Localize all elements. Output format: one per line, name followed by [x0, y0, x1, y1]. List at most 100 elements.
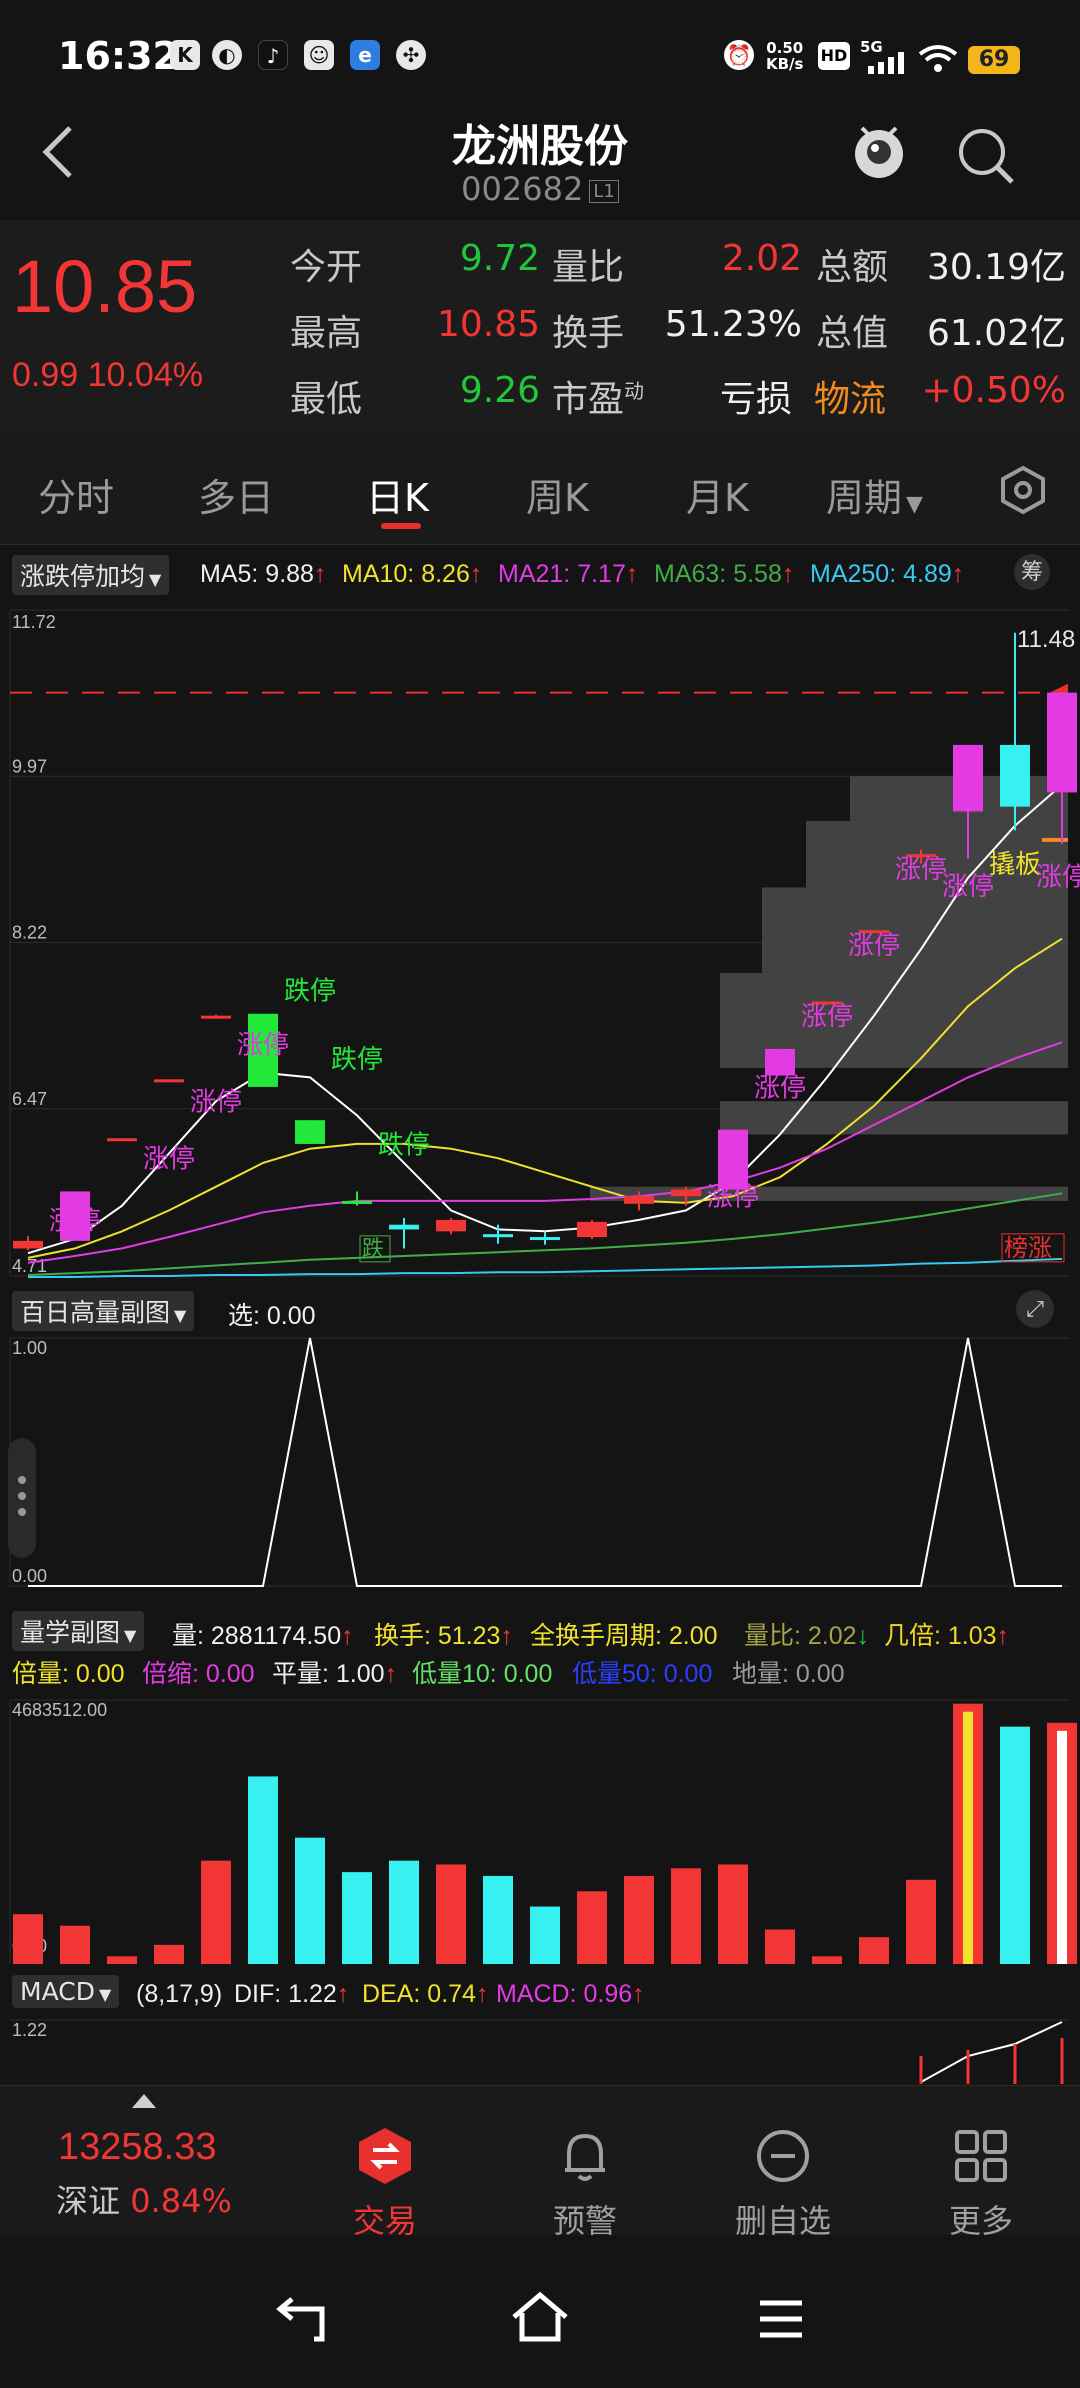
price-axis-label: 11.72 — [12, 612, 56, 632]
limit-label: 涨停 — [707, 1183, 759, 1213]
mascot-icon[interactable] — [848, 118, 910, 186]
sub1-axis-top: 1.00 — [12, 1338, 47, 1358]
candle-body — [953, 744, 983, 812]
candle-body — [1047, 692, 1077, 793]
limit-label: 跌停 — [284, 977, 336, 1007]
vol-axis-top: 4683512.00 — [12, 1700, 107, 1720]
side-drawer-handle[interactable] — [8, 1438, 36, 1558]
status-time: 16:32 — [58, 34, 179, 78]
volume-bar — [389, 1860, 419, 1964]
index-value[interactable]: 13258.33 — [58, 2126, 217, 2169]
index-info[interactable]: 深证 0.84% — [56, 2176, 232, 2222]
search-icon[interactable] — [956, 126, 1018, 188]
price-axis-label: 8.22 — [12, 923, 47, 943]
caret-up-icon[interactable] — [132, 2094, 156, 2108]
tab-multiday[interactable]: 多日 — [198, 467, 274, 522]
settings-icon[interactable] — [998, 465, 1048, 515]
volume-bar — [906, 1879, 936, 1964]
volume-chart[interactable]: 4683512.000.00 — [0, 1694, 1080, 1968]
alarm-icon: ⏰ — [724, 40, 754, 70]
period-tabs: 分时 多日 日K 周K 月K 周期 ▼ — [0, 435, 1080, 545]
stock-name: 龙洲股份 — [452, 121, 628, 172]
candle-body — [295, 1120, 325, 1144]
tab-daily-k[interactable]: 日K — [366, 467, 429, 522]
stock-code: 002682 L1 — [0, 170, 1080, 208]
app-face-icon: ☺ — [304, 40, 334, 70]
candle-body — [671, 1189, 701, 1197]
volume-bar — [295, 1837, 325, 1964]
macd-indicator-selector[interactable]: MACD ▼ — [12, 1975, 120, 2008]
system-navigation-bar — [0, 2235, 1080, 2388]
sub1-indicator-bar: 百日高量副图 ▼ 选: 0.00 ⤢ — [0, 1288, 1080, 1331]
ma5-value: MA5: 9.88↑ — [200, 560, 327, 588]
app-k-icon: K — [170, 40, 200, 70]
candle-body — [154, 1079, 184, 1083]
expand-icon[interactable]: ⤢ — [1016, 1290, 1054, 1328]
tab-weekly-k[interactable]: 周K — [526, 467, 589, 522]
sub2-di10: 低量10: 0.00 — [412, 1660, 553, 1688]
candle-body — [577, 1221, 607, 1238]
volume-bar — [436, 1864, 466, 1964]
volume-bar — [624, 1875, 654, 1964]
sub2-suo: 倍缩: 0.00 — [142, 1660, 255, 1688]
limit-label: 涨停 — [754, 1073, 806, 1103]
macd-axis-top: 1.22 — [12, 2020, 47, 2040]
sub2-turnover: 换手: 51.23↑ — [374, 1622, 513, 1650]
menu-icon[interactable] — [756, 2297, 806, 2341]
candle-body — [201, 1015, 231, 1019]
status-bar: 16:32 K ◐ ♪ ☺ e ✣ ⏰ 0.50 KB/s HD 5G 69 — [0, 0, 1080, 110]
limit-label: 撬板 — [989, 850, 1041, 880]
level-badge: L1 — [589, 179, 619, 203]
candle-body — [718, 1129, 748, 1190]
limit-label: 涨停 — [190, 1088, 242, 1118]
sector-link[interactable]: 物流 — [814, 370, 886, 422]
candle-body — [13, 1240, 43, 1249]
candle-body — [389, 1224, 419, 1230]
kline-chart[interactable]: 11.729.978.226.474.71涨停涨停涨停涨停跌停跌停跌停涨停涨停涨… — [0, 596, 1080, 1286]
volume-bar — [812, 1956, 842, 1964]
app-spin-icon: ✣ — [396, 40, 426, 70]
chip-band — [720, 1101, 1068, 1135]
turnover-label: 换手 — [552, 313, 625, 354]
last-price: 10.85 — [12, 245, 198, 328]
bottom-navigation: 13258.33 深证 0.84% 交易 预警 删自选 更多 — [0, 2085, 1080, 2240]
main-indicator-bar: 涨跌停加均 ▼ MA5: 9.88↑ MA10: 8.26↑ MA21: 7.17… — [0, 552, 1080, 595]
high-volume-line — [28, 1337, 1062, 1587]
nav-alert[interactable]: 预警 — [510, 2126, 660, 2242]
volume-bar — [671, 1868, 701, 1964]
low-value: 9.26 — [459, 370, 540, 411]
sub1-indicator-selector[interactable]: 百日高量副图 ▼ — [12, 1291, 195, 1331]
trade-icon — [359, 2128, 411, 2184]
signal-icon — [868, 52, 904, 74]
candle-body — [342, 1200, 372, 1204]
limit-label: 涨停 — [895, 855, 947, 885]
volume-bar — [765, 1929, 795, 1964]
volume-bar-highlight — [1057, 1730, 1067, 1964]
hd-icon: HD — [818, 42, 850, 70]
chevron-down-icon: ▼ — [174, 1306, 187, 1325]
cost-marker — [1042, 837, 1068, 842]
open-value: 9.72 — [459, 238, 540, 279]
sub2-indicator-selector[interactable]: 量学副图 ▼ — [12, 1611, 145, 1651]
high-volume-chart[interactable]: 1.00 0.00 — [0, 1332, 1080, 1604]
main-indicator-selector[interactable]: 涨跌停加均 ▼ — [12, 555, 170, 595]
nav-trade[interactable]: 交易 — [310, 2126, 460, 2242]
volume-bar — [718, 1864, 748, 1964]
sub2-volume: 量: 2881174.50↑ — [172, 1622, 354, 1650]
home-icon[interactable] — [510, 2291, 570, 2345]
back-gesture-icon[interactable] — [270, 2295, 330, 2345]
tab-monthly-k[interactable]: 月K — [686, 467, 749, 522]
high-label: 最高 — [290, 313, 363, 354]
limit-label: 涨停 — [1036, 863, 1080, 893]
ma21-value: MA21: 7.17↑ — [498, 560, 639, 588]
tab-period[interactable]: 周期 ▼ — [826, 467, 923, 522]
chevron-down-icon: ▼ — [124, 1626, 137, 1645]
volume-bar — [13, 1914, 43, 1964]
nav-remove-watchlist[interactable]: 删自选 — [708, 2126, 858, 2242]
nav-more[interactable]: 更多 — [906, 2126, 1056, 2242]
chip-button[interactable]: 筹 — [1014, 554, 1050, 590]
sub1-axis-bottom: 0.00 — [12, 1566, 47, 1586]
macd-chart[interactable]: 1.22 — [0, 2016, 1080, 2084]
limit-label: 涨停 — [848, 931, 900, 961]
tab-intraday[interactable]: 分时 — [38, 467, 114, 522]
